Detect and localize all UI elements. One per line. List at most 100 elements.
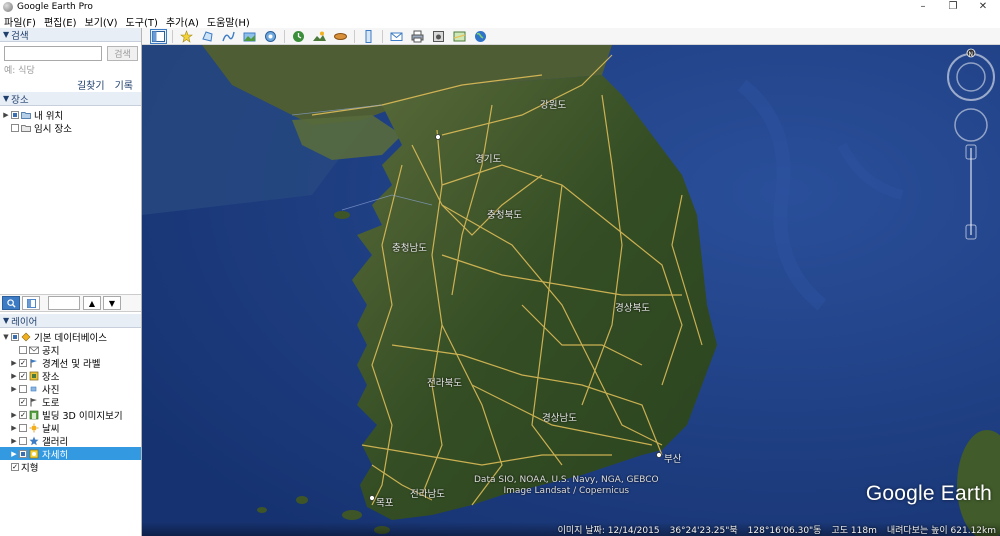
add-path-button[interactable] [220, 29, 237, 44]
directions-link[interactable]: 길찾기 [77, 77, 105, 92]
checkbox[interactable] [19, 345, 27, 354]
panel-icon [26, 298, 36, 308]
search-button[interactable]: 검색 [107, 46, 138, 61]
layer-item-gallery[interactable]: ▶ 갤러리 [0, 434, 141, 448]
earth-button[interactable] [472, 29, 489, 44]
toolbar-divider [382, 29, 383, 43]
toolbar-divider [354, 29, 355, 43]
expand-arrow-icon[interactable]: ▶ [10, 411, 18, 419]
expand-arrow-icon[interactable]: ▶ [10, 437, 18, 445]
expand-arrow-icon[interactable]: ▶ [10, 450, 18, 458]
layer-item-weather[interactable]: ▶ 날씨 [0, 421, 141, 435]
record-tour-button[interactable] [262, 29, 279, 44]
layer-item-terrain[interactable]: ✓ 지형 [0, 460, 141, 474]
title-bar: Google Earth Pro – ❐ ✕ [0, 0, 1000, 14]
places-header-label: 장소 [11, 94, 29, 106]
gallery-icon [29, 436, 39, 446]
panel-toggle-button[interactable] [22, 296, 40, 310]
checkbox[interactable]: ✓ [19, 410, 27, 419]
layer-item-more[interactable]: ▶ 자세히 [0, 447, 141, 461]
elevation: 고도 118m [831, 525, 877, 536]
sunlight-button[interactable] [311, 29, 328, 44]
mail-icon [29, 345, 39, 355]
toolbar-divider [284, 29, 285, 43]
layer-label: 갤러리 [42, 436, 69, 448]
search-hint: 예: 식당 [4, 66, 35, 76]
map-label-chungbuk: 충청북도 [487, 210, 522, 221]
menu-view[interactable]: 보기(V) [85, 14, 118, 29]
search-row: 검색 [0, 42, 141, 63]
menu-edit[interactable]: 편집(E) [44, 14, 77, 29]
ruler-button[interactable] [360, 29, 377, 44]
ruler-icon [365, 29, 372, 43]
minimize-button[interactable]: – [908, 0, 938, 14]
layers-panel-header[interactable]: ▼ 레이어 [0, 314, 141, 328]
add-placemark-button[interactable] [178, 29, 195, 44]
maximize-button[interactable]: ❐ [938, 0, 968, 14]
places-filter-input[interactable] [48, 296, 80, 310]
places-panel-header[interactable]: ▼ 장소 [0, 92, 141, 106]
close-button[interactable]: ✕ [968, 0, 998, 14]
place-icon [29, 371, 39, 381]
expand-arrow-icon[interactable]: ▶ [2, 111, 10, 119]
map-label-gyeonggi: 경기도 [475, 154, 502, 165]
credit-line-image: Image Landsat / Copernicus [503, 486, 630, 496]
layer-item-borders-labels[interactable]: ▶ ✓ 경계선 및 라벨 [0, 356, 141, 370]
checkbox[interactable] [19, 449, 27, 458]
save-image-button[interactable] [430, 29, 447, 44]
add-polygon-button[interactable] [199, 29, 216, 44]
expand-arrow-icon[interactable]: ▶ [10, 359, 18, 367]
layer-item-photos[interactable]: ▶ 사진 [0, 382, 141, 396]
expand-arrow-icon[interactable]: ▶ [10, 372, 18, 380]
email-icon [390, 32, 403, 41]
checkbox[interactable] [11, 332, 19, 341]
tree-item-temporary-places[interactable]: 임시 장소 [0, 121, 141, 135]
placemark-icon [180, 29, 193, 43]
expand-arrow-icon[interactable]: ▶ [10, 424, 18, 432]
checkbox[interactable]: ✓ [19, 371, 27, 380]
expand-arrow-icon[interactable]: ▶ [10, 385, 18, 393]
search-places-button[interactable] [2, 296, 20, 310]
layer-item-announcements[interactable]: 공지 [0, 343, 141, 357]
tree-item-my-places[interactable]: ▶ 내 위치 [0, 108, 141, 122]
print-button[interactable] [409, 29, 426, 44]
checkbox[interactable]: ✓ [11, 462, 19, 471]
planets-button[interactable] [332, 29, 349, 44]
email-button[interactable] [388, 29, 405, 44]
layer-item-3d-buildings[interactable]: ▶ ✓ 빌딩 3D 이미지보기 [0, 408, 141, 422]
move-up-button[interactable]: ▲ [83, 296, 101, 310]
layer-item-places[interactable]: ▶ ✓ 장소 [0, 369, 141, 383]
checkbox[interactable] [19, 423, 27, 432]
search-panel-header[interactable]: ▼ 검색 [0, 28, 141, 42]
search-header-label: 검색 [11, 30, 29, 42]
layer-item-primary-database[interactable]: ▼ 기본 데이터베이스 [0, 330, 141, 344]
history-link[interactable]: 기록 [115, 77, 133, 92]
checkbox[interactable] [11, 123, 19, 132]
historical-imagery-button[interactable] [290, 29, 307, 44]
sunlight-icon [313, 31, 326, 41]
menu-file[interactable]: 파일(F) [4, 14, 36, 29]
layer-label: 지형 [21, 462, 39, 474]
search-input[interactable] [4, 46, 102, 61]
checkbox[interactable]: ✓ [19, 358, 27, 367]
layer-label: 경계선 및 라벨 [42, 358, 101, 370]
collapse-triangle-icon: ▼ [3, 30, 10, 39]
add-image-overlay-button[interactable] [241, 29, 258, 44]
sidebar-icon [152, 30, 165, 42]
menu-add[interactable]: 추가(A) [166, 14, 199, 29]
map-view[interactable]: N 강원도 경기도 충청북도 충청남도 경상북도 전라북도 경상남도 전라남도 … [142, 45, 1000, 536]
checkbox[interactable] [19, 384, 27, 393]
layer-label: 날씨 [42, 423, 60, 435]
layer-item-roads[interactable]: ✓ 도로 [0, 395, 141, 409]
checkbox[interactable] [19, 436, 27, 445]
menu-help[interactable]: 도움말(H) [207, 14, 250, 29]
map-label-gyeongnam: 경상남도 [542, 413, 577, 424]
checkbox[interactable] [11, 110, 19, 119]
checkbox[interactable]: ✓ [19, 397, 27, 406]
imagery-date: 이미지 날짜: 12/14/2015 [557, 525, 660, 536]
expand-arrow-icon[interactable]: ▼ [2, 333, 10, 341]
menu-tools[interactable]: 도구(T) [126, 14, 158, 29]
sidebar-toggle-button[interactable] [150, 28, 167, 44]
view-in-maps-button[interactable] [451, 29, 468, 44]
move-down-button[interactable]: ▼ [103, 296, 121, 310]
